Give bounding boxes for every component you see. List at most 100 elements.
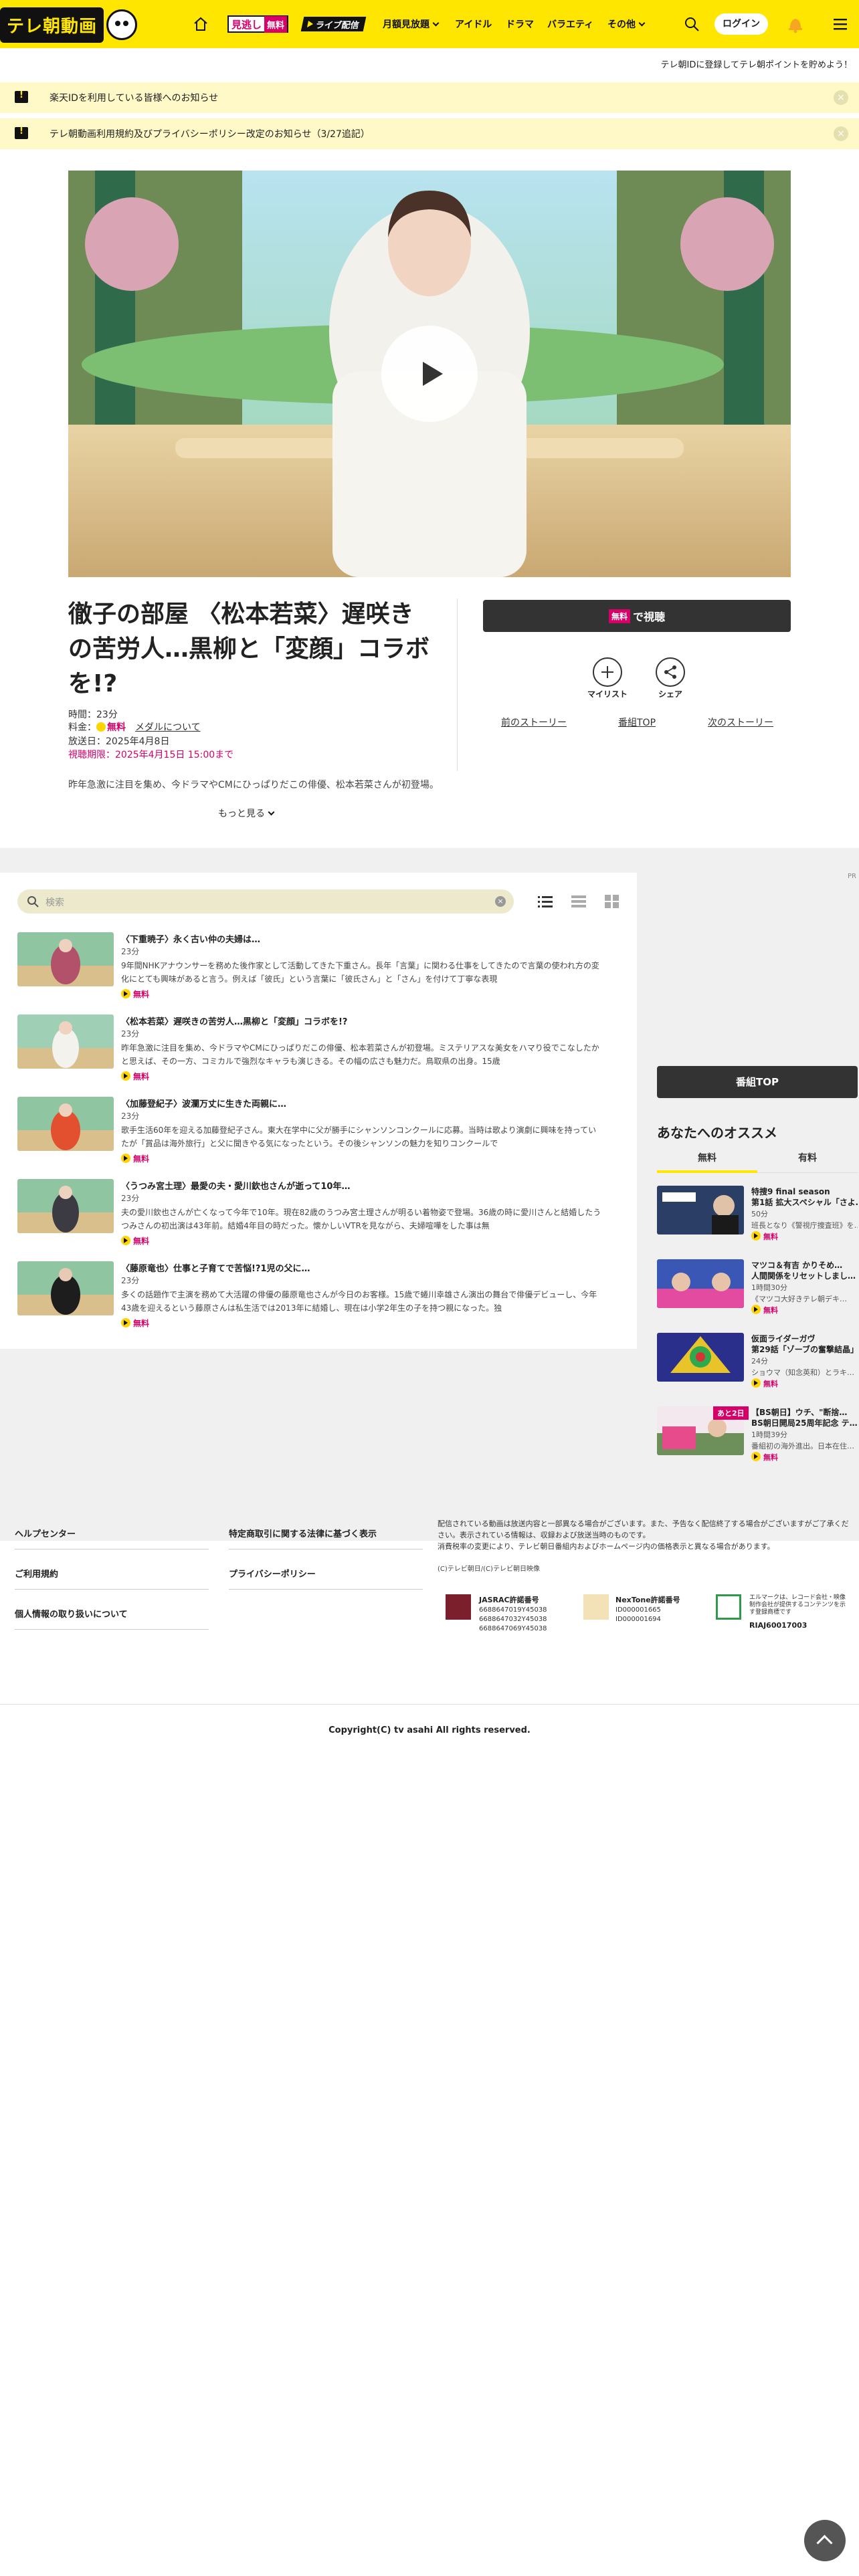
recommend-item[interactable]: マツコ＆有吉 かりそめ… 人間関係をリセットしまし… 1時間30分 《マツコ大好… [657, 1259, 858, 1333]
nav-drama[interactable]: ドラマ [506, 17, 534, 31]
scroll-top-button[interactable] [804, 2520, 846, 2561]
item-description: 夫の愛川欽也さんが亡くなって今年で10年。現在82歳のうつみ宮土理さんが明るい着… [121, 1208, 601, 1230]
watch-free-badge: 無料 [608, 609, 630, 623]
item-title[interactable]: 〈加藤登紀子〉波瀾万丈に生きた両親に… [121, 1097, 286, 1109]
free-label: 無料 [133, 1154, 150, 1164]
item-description: 9年間NHKアナウンサーを務めた後作家として活動してきた下重さん。長年「言葉」に… [121, 961, 599, 984]
item-duration: 23分 [121, 1194, 140, 1203]
free-label: 無料 [763, 1453, 778, 1462]
recommend-item[interactable]: あと2日 【BS朝日】ウチ、"断捨… BS朝日開局25周年記念 テ… 1時間39… [657, 1406, 858, 1480]
recommend-title: あなたへのオススメ [657, 1125, 777, 1141]
free-play-icon [121, 989, 130, 998]
recommend-free: 無料 [751, 1378, 778, 1389]
recommend-duration: 50分 [751, 1210, 768, 1218]
footer-privacy-policy-link[interactable]: プライバシーポリシー [229, 1567, 423, 1590]
site-logo[interactable]: テレ朝動画 [0, 5, 137, 44]
recommend-desc: 《マツコ大好きテレ朝デキ… [751, 1295, 847, 1303]
search-icon[interactable] [684, 16, 700, 32]
nextone-nums: ID000001665 ID000001694 [615, 1606, 661, 1624]
notice-bar[interactable]: テレ朝動画利用規約及びプライバシーポリシー改定のお知らせ（3/27追記） × [0, 118, 859, 149]
list-item[interactable]: 〈うつみ宮土理〉最愛の夫・愛川欽也さんが逝って10年… 23分 夫の愛川欽也さん… [17, 1179, 601, 1253]
prev-story-link[interactable]: 前のストーリー [501, 716, 567, 729]
recommend-thumbnail [657, 1186, 744, 1235]
medal-info-link[interactable]: メダルについて [135, 722, 201, 733]
clear-icon[interactable]: × [495, 896, 506, 907]
grid-view-icon[interactable] [605, 894, 619, 909]
notice-bar[interactable]: 楽天IDを利用している皆様へのお知らせ × [0, 82, 859, 113]
list-view-icon[interactable] [538, 894, 553, 909]
recommend-desc: 班長となり《警視庁捜査班》を… [751, 1221, 858, 1230]
login-button[interactable]: ログイン [714, 13, 768, 35]
close-icon[interactable]: × [834, 90, 848, 105]
free-label: 無料 [133, 1319, 150, 1328]
mylist-button[interactable] [593, 657, 622, 687]
price-label: 料金： [68, 722, 96, 733]
jasrac-nums: 6688647019Y45038 6688647032Y45038 668864… [479, 1606, 547, 1634]
mitai-label: 見逃し [231, 18, 262, 31]
live-link[interactable]: ライブ配信 [300, 17, 367, 31]
item-title[interactable]: 〈藤原竜也〉仕事と子育てで苦悩!?1児の父に… [121, 1261, 310, 1274]
tab-paid[interactable]: 有料 [757, 1149, 858, 1173]
home-icon[interactable] [193, 16, 209, 32]
pr-tag: PR [848, 873, 856, 880]
mitai-badge: 無料 [264, 15, 288, 33]
play-button[interactable] [381, 326, 478, 422]
recommend-title-text: マツコ＆有吉 かりそめ… [751, 1261, 843, 1270]
recommend-desc: 番組初の海外進出。日本在住… [751, 1442, 854, 1451]
free-label: 無料 [763, 1306, 778, 1315]
list-item[interactable]: 〈加藤登紀子〉波瀾万丈に生きた両親に… 23分 歌手生活60年を迎える加藤登紀子… [17, 1097, 596, 1170]
item-description: 多くの話題作で主演を務めて大活躍の俳優の藤原竜也さんが今日のお客様。15歳で蜷川… [121, 1290, 597, 1313]
item-description: 昨年急激に注目を集め、今ドラマやCMにひっぱりだこの俳優、松本若菜さんが初登場。… [121, 1043, 599, 1066]
tab-free[interactable]: 無料 [657, 1149, 757, 1173]
item-free-badge: 無料 [121, 1235, 149, 1247]
recommend-item[interactable]: 特捜9 final season 第1話 拡大スペシャル「さよ… 50分 班長と… [657, 1186, 858, 1259]
share-button[interactable] [656, 657, 685, 687]
recommend-title-text: 特捜9 final season [751, 1187, 830, 1196]
recommend-free: 無料 [751, 1231, 778, 1242]
footer-commerce-law-link[interactable]: 特定商取引に関する法律に基づく表示 [229, 1527, 423, 1549]
footer-divider [0, 1704, 859, 1705]
mitai-free-link[interactable]: 見逃し 無料 [227, 15, 289, 33]
free-coin-icon [96, 722, 106, 732]
free-play-icon [121, 1071, 130, 1081]
next-story-link[interactable]: 次のストーリー [708, 716, 773, 729]
item-free-badge: 無料 [121, 1071, 149, 1082]
search-box[interactable]: 検索 × [17, 889, 514, 914]
nav-monthly[interactable]: 月額見放題 [383, 17, 440, 31]
notice-text[interactable]: 楽天IDを利用している皆様へのお知らせ [50, 91, 218, 104]
program-top-link[interactable]: 番組TOP [618, 716, 656, 729]
close-icon[interactable]: × [834, 126, 848, 141]
free-label: 無料 [133, 1072, 150, 1081]
recommend-title-text: 仮面ライダーガヴ [751, 1334, 816, 1344]
notice-text[interactable]: テレ朝動画利用規約及びプライバシーポリシー改定のお知らせ（3/27追記） [50, 127, 370, 140]
bell-icon[interactable] [787, 15, 804, 33]
watch-free-button[interactable]: 無料 で視聴 [483, 600, 791, 632]
list-item[interactable]: 〈下重暁子〉永く古い仲の夫婦は… 23分 9年間NHKアナウンサーを務めた後作家… [17, 932, 599, 1006]
episode-thumbnail [17, 1261, 114, 1315]
days-left-badge: あと2日 [713, 1406, 749, 1420]
item-title[interactable]: 〈下重暁子〉永く古い仲の夫婦は… [121, 932, 260, 945]
show-more-button[interactable]: もっと見る [218, 807, 275, 820]
video-player[interactable] [68, 171, 791, 577]
mascot-icon [106, 9, 137, 40]
compact-list-icon[interactable] [571, 894, 586, 909]
list-item[interactable]: 〈松本若菜〉遅咲きの苦労人…黒柳と「変顔」コラボを!? 23分 昨年急激に注目を… [17, 1014, 599, 1088]
free-play-icon [121, 1318, 130, 1327]
nav-idol[interactable]: アイドル [455, 17, 492, 31]
recommend-item[interactable]: 仮面ライダーガヴ 第29話「ゾーブの奮撃結晶」 24分 ショウマ（知念英和）とラ… [657, 1333, 858, 1406]
footer-note-2: 消費税率の変更により、テレビ朝日番組内およびホームページ内の価格表示と異なる場合… [438, 1542, 775, 1551]
nav-variety[interactable]: バラエティ [547, 17, 593, 31]
list-item[interactable]: 〈藤原竜也〉仕事と子育てで苦悩!?1児の父に… 23分 多くの話題作で主演を務め… [17, 1261, 597, 1335]
item-title[interactable]: 〈松本若菜〉遅咲きの苦労人…黒柳と「変顔」コラボを!? [121, 1014, 347, 1027]
footer-help-link[interactable]: ヘルプセンター [15, 1527, 209, 1549]
footer-privacy-handling-link[interactable]: 個人情報の取り扱いについて [15, 1607, 209, 1630]
nav-other[interactable]: その他 [607, 17, 646, 31]
promo-text[interactable]: テレ朝IDに登録してテレ朝ポイントを貯めよう！ [661, 58, 852, 70]
hamburger-menu-icon[interactable] [832, 16, 848, 32]
footer-terms-link[interactable]: ご利用規約 [15, 1567, 209, 1590]
search-placeholder[interactable]: 検索 [45, 895, 64, 909]
footer-copyright-small: (C)テレビ朝日/(C)テレビ朝日映像 [438, 1566, 540, 1573]
item-title[interactable]: 〈うつみ宮土理〉最愛の夫・愛川欽也さんが逝って10年… [121, 1179, 350, 1192]
recommend-free: 無料 [751, 1305, 778, 1315]
program-top-button[interactable]: 番組TOP [657, 1066, 858, 1098]
